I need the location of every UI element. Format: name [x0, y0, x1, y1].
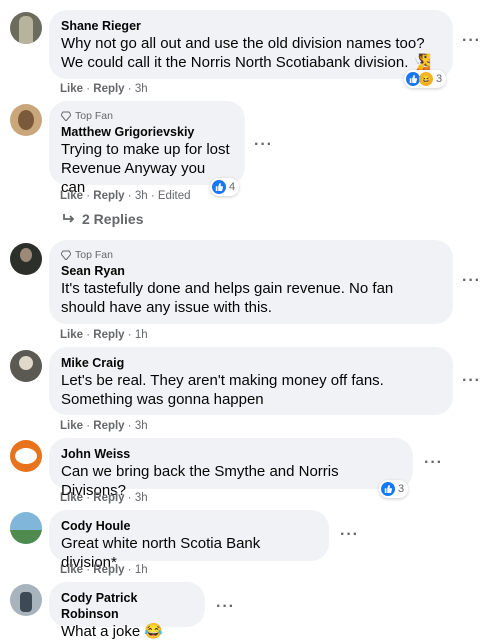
- avatar[interactable]: [10, 512, 42, 544]
- like-link[interactable]: Like: [60, 190, 83, 202]
- more-options-icon[interactable]: ···: [216, 598, 235, 616]
- reaction-number: 3: [398, 483, 405, 495]
- commenter-name[interactable]: John Weiss: [61, 446, 401, 462]
- more-options-icon[interactable]: ···: [340, 526, 359, 544]
- like-reaction-icon: [381, 482, 395, 496]
- commenter-name[interactable]: Sean Ryan: [61, 263, 441, 279]
- reaction-count[interactable]: 4: [210, 178, 240, 196]
- comment-bubble: Top Fan Sean Ryan It's tastefully done a…: [49, 240, 453, 324]
- timestamp[interactable]: 1h: [135, 564, 148, 576]
- avatar[interactable]: [10, 350, 42, 382]
- separator: ·: [86, 83, 91, 95]
- comment-bubble: John Weiss Can we bring back the Smythe …: [49, 438, 413, 499]
- separator: ·: [86, 564, 91, 576]
- like-link[interactable]: Like: [60, 83, 83, 95]
- separator: ·: [127, 492, 132, 504]
- reply-link[interactable]: Reply: [93, 492, 124, 504]
- more-options-icon[interactable]: ···: [462, 32, 481, 50]
- reaction-count[interactable]: 😆 3: [404, 70, 447, 88]
- comment-text: What a joke 😂: [61, 623, 164, 640]
- comment-bubble: Shane Rieger Why not go all out and use …: [49, 10, 453, 79]
- reply-link[interactable]: Reply: [93, 329, 124, 341]
- avatar[interactable]: [10, 584, 42, 616]
- commenter-name[interactable]: Cody Houle: [61, 518, 317, 534]
- avatar[interactable]: [10, 243, 42, 275]
- replies-label: 2 Replies: [82, 211, 144, 227]
- comment-bubble: Mike Craig Let's be real. They aren't ma…: [49, 347, 453, 415]
- comment-text: Why not go all out and use the old divis…: [61, 35, 432, 71]
- reply-link[interactable]: Reply: [93, 83, 124, 95]
- reply-link[interactable]: Reply: [93, 190, 124, 202]
- haha-reaction-icon: 😆: [419, 72, 433, 86]
- separator: ·: [127, 83, 132, 95]
- timestamp[interactable]: 3h: [135, 420, 148, 432]
- edited-label: Edited: [157, 190, 191, 202]
- comment-actions: Like · Reply · 3h: [60, 82, 148, 96]
- diamond-icon: [61, 111, 71, 121]
- comment-actions: Like · Reply · 1h: [60, 328, 148, 342]
- top-fan-badge: Top Fan: [61, 248, 441, 262]
- timestamp[interactable]: 3h: [135, 492, 148, 504]
- more-options-icon[interactable]: ···: [424, 454, 443, 472]
- reply-link[interactable]: Reply: [93, 420, 124, 432]
- like-link[interactable]: Like: [60, 329, 83, 341]
- avatar[interactable]: [10, 440, 42, 472]
- more-options-icon[interactable]: ···: [462, 272, 481, 290]
- separator: ·: [86, 190, 91, 202]
- reaction-number: 4: [229, 181, 236, 193]
- separator: ·: [86, 329, 91, 341]
- comment-actions: Like · Reply · 3h · Edited: [60, 189, 191, 203]
- commenter-name[interactable]: Shane Rieger: [61, 18, 441, 34]
- reply-arrow-icon: [63, 214, 75, 223]
- reply-link[interactable]: Reply: [93, 564, 124, 576]
- commenter-name[interactable]: Mike Craig: [61, 355, 441, 371]
- comment-actions: Like · Reply · 3h: [60, 419, 148, 433]
- comment-text: Let's be real. They aren't making money …: [61, 372, 384, 408]
- like-link[interactable]: Like: [60, 420, 83, 432]
- timestamp[interactable]: 3h: [135, 83, 148, 95]
- separator: ·: [150, 190, 155, 202]
- separator: ·: [127, 329, 132, 341]
- view-replies-link[interactable]: 2 Replies: [62, 211, 143, 227]
- badge-label: Top Fan: [75, 249, 113, 261]
- like-reaction-icon: [406, 72, 420, 86]
- badge-label: Top Fan: [75, 110, 113, 122]
- reaction-number: 3: [436, 73, 443, 85]
- timestamp[interactable]: 1h: [135, 329, 148, 341]
- diamond-icon: [61, 250, 71, 260]
- more-options-icon[interactable]: ···: [462, 372, 481, 390]
- top-fan-badge: Top Fan: [61, 109, 233, 123]
- like-reaction-icon: [212, 180, 226, 194]
- separator: ·: [127, 564, 132, 576]
- like-link[interactable]: Like: [60, 564, 83, 576]
- commenter-name[interactable]: Matthew Grigorievskiy: [61, 124, 233, 140]
- reaction-count[interactable]: 3: [379, 480, 409, 498]
- timestamp[interactable]: 3h: [135, 190, 148, 202]
- comment-actions: Like · Reply · 3h: [60, 491, 148, 505]
- comment-text: It's tastefully done and helps gain reve…: [61, 280, 394, 316]
- avatar[interactable]: [10, 104, 42, 136]
- avatar[interactable]: [10, 12, 42, 44]
- more-options-icon[interactable]: ···: [254, 136, 273, 154]
- comment-bubble: Cody Patrick Robinson What a joke 😂: [49, 582, 205, 640]
- separator: ·: [127, 420, 132, 432]
- separator: ·: [127, 190, 132, 202]
- separator: ·: [86, 420, 91, 432]
- comment-actions: Like · Reply · 1h: [60, 563, 148, 577]
- commenter-name[interactable]: Cody Patrick Robinson: [61, 590, 193, 622]
- comment-bubble: Top Fan Matthew Grigorievskiy Trying to …: [49, 101, 245, 196]
- comment-bubble: Cody Houle Great white north Scotia Bank…: [49, 510, 329, 571]
- like-link[interactable]: Like: [60, 492, 83, 504]
- separator: ·: [86, 492, 91, 504]
